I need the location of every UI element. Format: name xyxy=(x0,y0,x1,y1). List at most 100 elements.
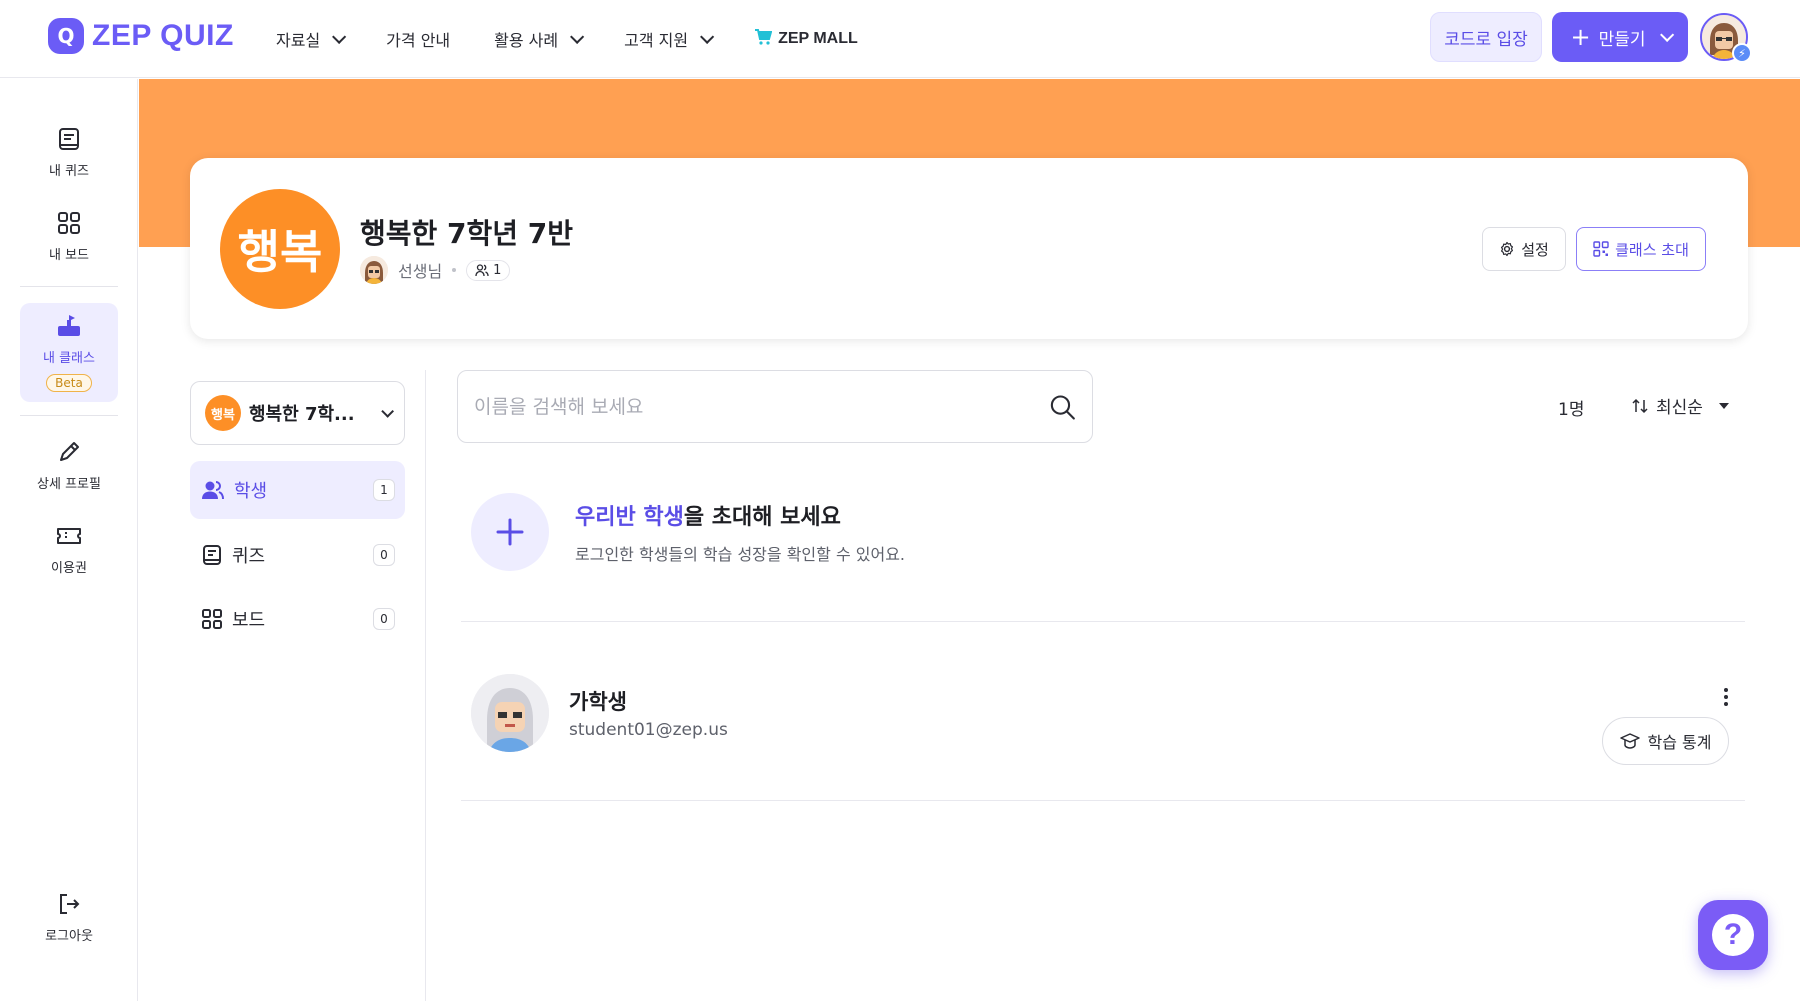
more-options-icon[interactable] xyxy=(1723,688,1729,706)
tab-board-label: 보드 xyxy=(232,610,266,631)
student-count: 1명 xyxy=(1558,400,1585,420)
grid-icon xyxy=(202,609,222,629)
tab-students[interactable]: 학생 1 xyxy=(190,461,405,519)
divider xyxy=(461,800,1745,801)
invite-subtitle: 로그인한 학생들의 학습 성장을 확인할 수 있어요. xyxy=(575,545,906,564)
class-title: 행복한 7학년 7반 xyxy=(360,217,574,250)
teacher-label: 선생님 xyxy=(398,262,443,281)
sidebar-item-profile[interactable]: 상세 프로필 xyxy=(20,439,118,492)
class-invite-button[interactable]: 클래스 초대 xyxy=(1576,227,1706,271)
question-icon: ? xyxy=(1712,914,1754,956)
sort-icon xyxy=(1632,398,1648,413)
tab-students-count: 1 xyxy=(373,479,395,501)
invite-students-row[interactable]: 우리반 학생을 초대해 보세요 로그인한 학생들의 학습 성장을 확인할 수 있… xyxy=(471,493,905,571)
nav-support-label: 고객 지원 xyxy=(624,31,689,50)
sort-label: 최신순 xyxy=(1656,398,1703,418)
member-count-chip: 1 xyxy=(466,259,511,281)
chevron-down-icon xyxy=(570,29,585,44)
plus-icon xyxy=(496,518,524,546)
cart-icon xyxy=(754,28,773,50)
class-avatar: 행복 xyxy=(220,189,340,309)
nav-use-cases-label: 활용 사례 xyxy=(494,31,559,50)
main-nav: 자료실 가격 안내 활용 사례 고객 지원 ZEP MALL xyxy=(276,0,902,78)
class-invite-label: 클래스 초대 xyxy=(1615,240,1689,259)
class-info-card: 행복 행복한 7학년 7반 선생님 1 설정 클래스 초대 xyxy=(190,158,1748,339)
logout-icon xyxy=(56,891,82,917)
class-select-avatar: 행복 xyxy=(205,395,241,431)
class-selector[interactable]: 행복 행복한 7학... xyxy=(190,381,405,445)
nav-pricing-label: 가격 안내 xyxy=(386,31,451,50)
grid-icon xyxy=(56,210,82,236)
lightning-badge-icon: ⚡ xyxy=(1732,43,1752,63)
nav-zep-mall-label: ZEP MALL xyxy=(778,30,858,47)
sidebar-item-logout[interactable]: 로그아웃 xyxy=(20,891,118,944)
class-select-label: 행복한 7학... xyxy=(249,404,355,425)
nav-support[interactable]: 고객 지원 xyxy=(624,27,715,51)
tab-quiz-count: 0 xyxy=(373,544,395,566)
student-email: student01@zep.us xyxy=(569,720,728,740)
sidebar-divider xyxy=(20,415,118,416)
pencil-icon xyxy=(56,439,82,465)
nav-zep-mall[interactable]: ZEP MALL xyxy=(754,28,858,50)
tab-quiz-label: 퀴즈 xyxy=(232,546,266,567)
settings-button[interactable]: 설정 xyxy=(1482,227,1566,271)
student-name: 가학생 xyxy=(569,690,627,714)
plus-icon: + xyxy=(1570,23,1591,51)
sidebar-item-my-class[interactable]: 내 클래스 Beta xyxy=(20,303,118,402)
chevron-down-icon xyxy=(1659,27,1674,42)
qr-icon xyxy=(1593,241,1609,257)
nav-resources[interactable]: 자료실 xyxy=(276,27,347,51)
member-count: 1 xyxy=(493,262,502,278)
nav-pricing[interactable]: 가격 안내 xyxy=(386,27,450,51)
tab-quiz[interactable]: 퀴즈 0 xyxy=(190,526,405,584)
logo-q-icon: Q xyxy=(48,18,84,54)
chevron-down-icon xyxy=(381,404,394,418)
caret-down-icon xyxy=(1718,402,1729,409)
separator-dot xyxy=(452,268,457,272)
beta-badge: Beta xyxy=(46,374,92,392)
invite-text: 우리반 학생을 초대해 보세요 로그인한 학생들의 학습 성장을 확인할 수 있… xyxy=(575,499,905,565)
tab-students-label: 학생 xyxy=(234,481,268,502)
sort-dropdown[interactable]: 최신순 xyxy=(1632,393,1729,418)
top-header: Q ZEP QUIZ 자료실 가격 안내 활용 사례 고객 지원 ZEP MAL… xyxy=(0,0,1800,78)
add-student-button[interactable] xyxy=(471,493,549,571)
nav-resources-label: 자료실 xyxy=(276,31,321,50)
ticket-icon xyxy=(56,523,82,549)
sidebar-item-my-quiz[interactable]: 내 퀴즈 xyxy=(20,126,118,179)
logo-text: ZEP QUIZ xyxy=(92,19,234,52)
book-icon xyxy=(203,545,221,565)
zep-quiz-logo[interactable]: Q ZEP QUIZ xyxy=(48,18,234,54)
graduation-cap-icon xyxy=(1619,733,1640,749)
book-icon xyxy=(56,126,82,152)
teacher-avatar xyxy=(360,256,388,284)
users-icon xyxy=(202,481,224,500)
create-button-label: 만들기 xyxy=(1598,29,1646,50)
nav-use-cases[interactable]: 활용 사례 xyxy=(494,27,585,51)
search-input[interactable] xyxy=(474,395,1050,418)
sidebar-item-label: 이용권 xyxy=(51,561,87,576)
sidebar-item-label: 내 보드 xyxy=(48,248,89,263)
student-search[interactable] xyxy=(457,370,1093,443)
chevron-down-icon xyxy=(700,29,715,44)
sidebar-item-pass[interactable]: 이용권 xyxy=(20,523,118,576)
search-icon[interactable] xyxy=(1049,393,1076,421)
invite-title: 우리반 학생을 초대해 보세요 xyxy=(575,499,905,531)
learning-stats-button[interactable]: 학습 통계 xyxy=(1602,717,1729,765)
chevron-down-icon xyxy=(332,29,347,44)
sidebar-item-my-board[interactable]: 내 보드 xyxy=(20,210,118,263)
student-row: 가학생 student01@zep.us 학습 통계 xyxy=(471,672,1731,765)
code-entry-button[interactable]: 코드로 입장 xyxy=(1430,12,1542,62)
tab-board-count: 0 xyxy=(373,608,395,630)
divider xyxy=(461,621,1745,622)
help-chat-button[interactable]: ? xyxy=(1698,900,1768,970)
create-button[interactable]: + 만들기 xyxy=(1552,12,1688,62)
learning-stats-label: 학습 통계 xyxy=(1647,733,1712,752)
sidebar-divider xyxy=(20,286,118,287)
sidebar: 내 퀴즈 내 보드 내 클래스 Beta 상세 프로필 이용권 로그아웃 xyxy=(0,79,138,1001)
sidebar-item-label: 로그아웃 xyxy=(45,929,93,944)
invite-title-rest: 을 초대해 보세요 xyxy=(683,505,841,530)
sidebar-item-label: 내 클래스 xyxy=(43,351,95,366)
tab-board[interactable]: 보드 0 xyxy=(190,590,405,648)
settings-label: 설정 xyxy=(1521,240,1549,259)
student-avatar xyxy=(471,674,549,752)
